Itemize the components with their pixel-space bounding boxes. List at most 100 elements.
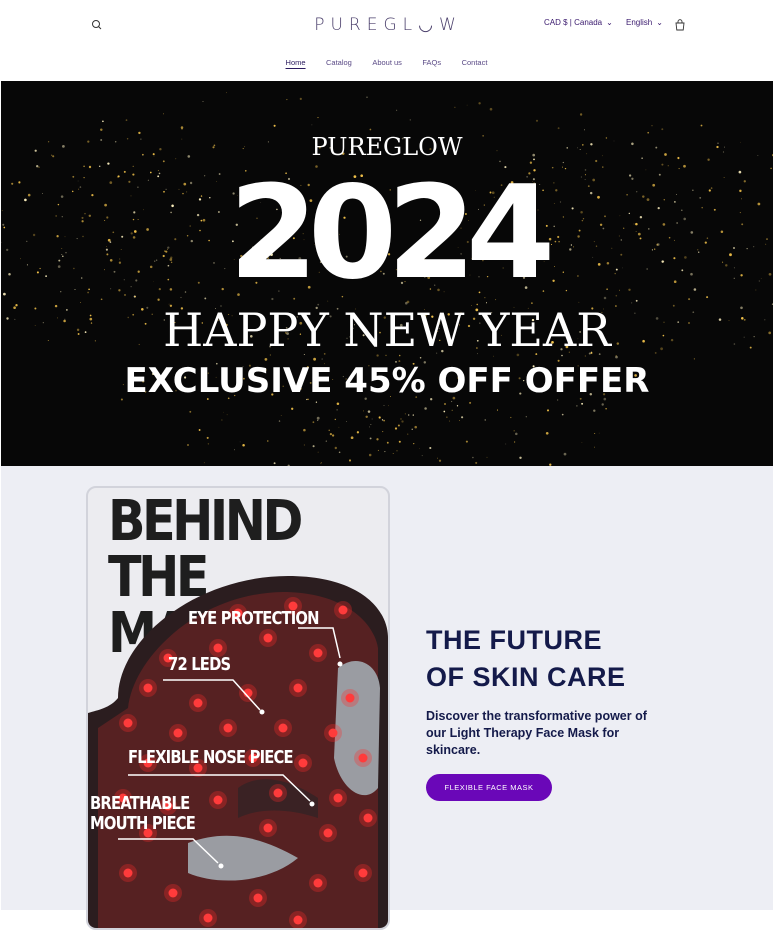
firework-spark: [564, 453, 567, 456]
firework-spark: [526, 416, 527, 417]
firework-spark: [461, 416, 463, 418]
feature-heading: THE FUTURE OF SKIN CARE: [426, 622, 626, 696]
firework-spark: [339, 452, 341, 454]
led-dot: [169, 889, 178, 898]
firework-spark: [407, 434, 408, 435]
firework-spark: [422, 455, 423, 456]
firework-spark: [267, 440, 268, 441]
firework-spark: [388, 405, 389, 406]
firework-spark: [312, 125, 313, 126]
firework-spark: [204, 462, 205, 463]
led-dot: [264, 634, 273, 643]
firework-spark: [221, 419, 222, 420]
search-icon[interactable]: [89, 17, 105, 33]
firework-spark: [446, 417, 447, 418]
firework-spark: [349, 459, 351, 461]
led-dot: [254, 894, 263, 903]
callout-mouth-line1: BREATHABLE: [90, 794, 189, 814]
site-logo[interactable]: PUREGL◡W: [310, 13, 466, 37]
firework-spark: [126, 119, 128, 121]
firework-spark: [400, 418, 401, 419]
firework-spark: [414, 426, 417, 429]
language-selector[interactable]: English⌄: [626, 18, 663, 27]
firework-spark: [365, 416, 367, 418]
hero-brand: PUREGLOW: [1, 133, 773, 161]
firework-spark: [576, 405, 577, 406]
firework-spark: [472, 457, 474, 459]
firework-spark: [449, 421, 450, 422]
currency-label: CAD $ | Canada: [544, 18, 602, 27]
led-dot: [324, 829, 333, 838]
firework-spark: [419, 448, 420, 449]
firework-spark: [469, 402, 471, 404]
firework-spark: [370, 129, 372, 131]
nav-faqs[interactable]: FAQs: [422, 58, 441, 69]
firework-spark: [396, 450, 397, 451]
led-dot: [294, 684, 303, 693]
led-dot: [299, 759, 308, 768]
firework-spark: [439, 460, 441, 462]
firework-spark: [317, 420, 318, 421]
firework-spark: [444, 403, 446, 405]
led-dot: [264, 824, 273, 833]
firework-spark: [378, 450, 379, 451]
firework-spark: [330, 433, 332, 435]
firework-spark: [318, 452, 319, 453]
firework-spark: [102, 120, 104, 122]
firework-spark: [383, 420, 385, 422]
firework-spark: [562, 414, 564, 416]
hero-banner[interactable]: PUREGLOW 2024 HAPPY NEW YEAR EXCLUSIVE 4…: [1, 81, 773, 466]
firework-spark: [332, 434, 334, 436]
led-dot: [214, 796, 223, 805]
firework-spark: [371, 424, 372, 425]
led-dot: [124, 869, 133, 878]
firework-spark: [478, 102, 480, 104]
firework-spark: [408, 414, 409, 415]
firework-spark: [605, 408, 606, 409]
flexible-face-mask-button[interactable]: FLEXIBLE FACE MASK: [426, 774, 552, 801]
led-dot: [224, 724, 233, 733]
callout-mouth-line2: MOUTH PIECE: [90, 814, 195, 834]
firework-spark: [581, 403, 583, 405]
firework-spark: [413, 414, 414, 415]
chevron-down-icon: ⌄: [656, 18, 663, 27]
firework-spark: [451, 401, 452, 402]
firework-spark: [536, 120, 538, 122]
led-dot: [334, 794, 343, 803]
firework-spark: [384, 451, 385, 452]
callout-nose-piece: FLEXIBLE NOSE PIECE: [128, 748, 293, 768]
led-dot: [359, 869, 368, 878]
nav-about[interactable]: About us: [372, 58, 402, 69]
firework-spark: [393, 453, 394, 454]
firework-spark: [357, 431, 359, 433]
led-dot: [364, 814, 373, 823]
firework-spark: [396, 110, 397, 111]
firework-spark: [580, 113, 582, 115]
firework-spark: [405, 413, 406, 414]
led-dot: [274, 789, 283, 798]
firework-spark: [181, 126, 184, 129]
cart-icon[interactable]: [672, 18, 688, 34]
face-mask-illustration: [88, 488, 388, 928]
currency-selector[interactable]: CAD $ | Canada⌄: [544, 18, 613, 27]
firework-spark: [274, 125, 276, 127]
firework-spark: [510, 417, 511, 418]
firework-spark: [514, 441, 515, 442]
firework-spark: [475, 462, 477, 464]
firework-spark: [227, 414, 228, 415]
nav-home[interactable]: Home: [286, 58, 306, 69]
led-dot: [314, 879, 323, 888]
nav-catalog[interactable]: Catalog: [326, 58, 352, 69]
led-dot: [124, 719, 133, 728]
firework-spark: [369, 426, 370, 427]
callout-eye-protection: EYE PROTECTION: [188, 609, 319, 629]
firework-spark: [584, 130, 585, 131]
firework-spark: [395, 427, 397, 429]
firework-spark: [413, 443, 414, 444]
firework-spark: [459, 420, 460, 421]
firework-spark: [547, 409, 549, 411]
nav-contact[interactable]: Contact: [462, 58, 488, 69]
firework-spark: [339, 427, 340, 428]
firework-spark: [291, 408, 293, 410]
feature-heading-line1: THE FUTURE: [426, 622, 626, 659]
